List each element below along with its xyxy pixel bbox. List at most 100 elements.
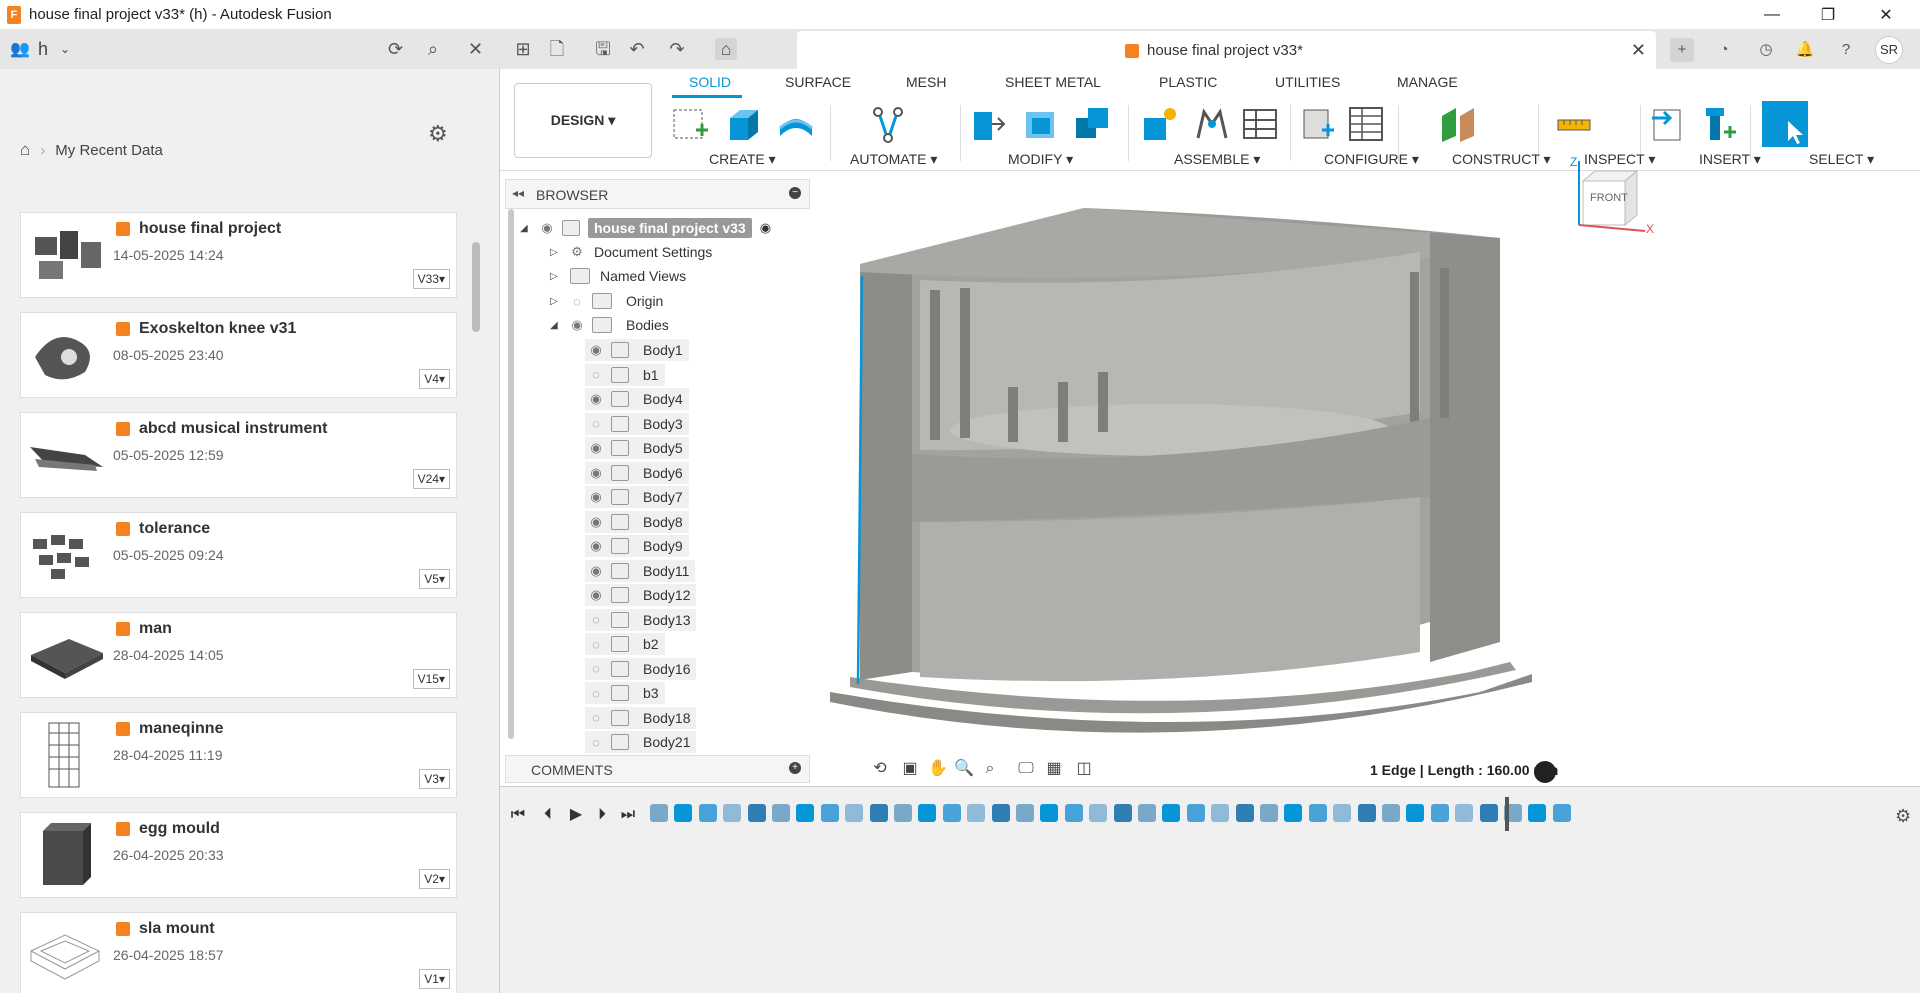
extrude-icon[interactable] xyxy=(724,104,764,144)
display-settings-icon[interactable]: 🖵 xyxy=(1015,758,1037,780)
timeline-feature-icon[interactable] xyxy=(918,804,937,822)
select-icon[interactable] xyxy=(1762,101,1808,147)
joint-icon[interactable] xyxy=(1192,104,1232,144)
zoom-window-icon[interactable]: ⌕ xyxy=(979,758,1001,780)
gear-icon[interactable]: ⚙ xyxy=(1895,806,1911,827)
insert-menu[interactable]: INSERT ▾ xyxy=(1699,151,1761,168)
timeline-feature-icon[interactable] xyxy=(1260,804,1278,822)
save-icon[interactable]: 🖫 xyxy=(592,38,614,60)
timeline-feature-icon[interactable] xyxy=(1430,804,1449,822)
tab-manage[interactable]: MANAGE xyxy=(1397,74,1458,90)
tab-surface[interactable]: SURFACE xyxy=(785,74,851,90)
timeline-feature-icon[interactable] xyxy=(796,804,815,822)
version-dropdown[interactable]: V4▾ xyxy=(419,369,450,389)
tree-root[interactable]: ◢ ◉ house final project v33 ◉ xyxy=(520,217,771,239)
eye-hidden-icon[interactable]: ◌ xyxy=(585,661,607,676)
close-panel-icon[interactable]: ✕ xyxy=(468,37,483,61)
body-item[interactable]: ◌ Body18 xyxy=(585,706,697,729)
version-dropdown[interactable]: V2▾ xyxy=(419,869,450,889)
timeline-feature-icon[interactable] xyxy=(942,804,961,822)
timeline-feature-icon[interactable] xyxy=(1089,804,1108,822)
automate-icon[interactable] xyxy=(868,104,908,144)
step-back-icon[interactable]: ⏴ xyxy=(536,803,560,827)
list-item[interactable]: Exoskelton knee v31 08-05-2025 23:40 V4▾ xyxy=(20,312,457,398)
viewcube-front-label[interactable]: FRONT xyxy=(1590,192,1628,204)
eye-hidden-icon[interactable]: ◌ xyxy=(585,686,607,701)
eye-hidden-icon[interactable]: ◌ xyxy=(566,294,588,309)
help-icon[interactable]: ? xyxy=(1834,38,1858,62)
eye-icon[interactable]: ◉ xyxy=(585,342,607,358)
collapse-triangle-icon[interactable]: ◢ xyxy=(520,223,536,234)
comment-toggle-icon[interactable] xyxy=(1534,761,1556,783)
eye-hidden-icon[interactable]: ◌ xyxy=(585,710,607,725)
team-icon[interactable]: 👥 xyxy=(10,37,30,61)
timeline-feature-icon[interactable] xyxy=(1528,804,1547,822)
timeline-feature-icon[interactable] xyxy=(650,804,668,822)
apps-grid-icon[interactable]: ⊞ xyxy=(512,38,534,60)
tab-mesh[interactable]: MESH xyxy=(906,74,946,90)
eye-hidden-icon[interactable]: ◌ xyxy=(585,416,607,431)
body-item[interactable]: ◌ b2 xyxy=(585,633,665,655)
eye-icon[interactable]: ◉ xyxy=(585,489,607,505)
body-item[interactable]: ◌ Body3 xyxy=(585,412,689,435)
select-menu[interactable]: SELECT ▾ xyxy=(1809,151,1874,168)
collapse-icon[interactable]: ◂◂ xyxy=(512,186,524,200)
list-item[interactable]: sla mount 26-04-2025 18:57 V1▾ xyxy=(20,912,457,993)
eye-icon[interactable]: ◉ xyxy=(585,391,607,407)
list-item[interactable]: house final project 14-05-2025 14:24 V33… xyxy=(20,212,457,298)
timeline-feature-icon[interactable] xyxy=(1479,804,1498,822)
tab-utilities[interactable]: UTILITIES xyxy=(1275,74,1340,90)
browser-header[interactable]: ◂◂ BROWSER − xyxy=(505,179,810,209)
zoom-icon[interactable]: 🔍 xyxy=(953,758,975,780)
timeline-feature-icon[interactable] xyxy=(1186,804,1205,822)
notifications-bell-icon[interactable]: 🔔 xyxy=(1793,38,1817,62)
timeline-feature-icon[interactable] xyxy=(1016,804,1034,822)
eye-icon[interactable]: ◉ xyxy=(566,317,588,333)
eye-icon[interactable]: ◉ xyxy=(585,538,607,554)
body-item[interactable]: ◉ Body9 xyxy=(585,535,689,557)
version-dropdown[interactable]: V1▾ xyxy=(419,969,450,989)
timeline-feature-icon[interactable] xyxy=(1040,804,1059,822)
body-item[interactable]: ◉ Body8 xyxy=(585,510,689,533)
tab-sheet-metal[interactable]: SHEET METAL xyxy=(1005,74,1101,90)
scrollbar[interactable] xyxy=(472,242,480,332)
modify-menu[interactable]: MODIFY ▾ xyxy=(1008,151,1073,168)
timeline-feature-icon[interactable] xyxy=(869,804,888,822)
body-item[interactable]: ◌ Body13 xyxy=(585,608,697,631)
go-to-start-icon[interactable]: ⏮ xyxy=(506,803,530,827)
timeline-feature-icon[interactable] xyxy=(1333,804,1352,822)
configure-table-icon[interactable] xyxy=(1346,104,1386,144)
timeline-feature-icon[interactable] xyxy=(1357,804,1376,822)
close-window-button[interactable]: ✕ xyxy=(1858,0,1914,29)
tree-folder-named-views[interactable]: ▷ Named Views xyxy=(550,265,692,287)
comments-panel[interactable]: COMMENTS + xyxy=(505,755,810,783)
timeline-feature-icon[interactable] xyxy=(772,804,790,822)
eye-hidden-icon[interactable]: ◌ xyxy=(585,367,607,382)
create-menu[interactable]: CREATE ▾ xyxy=(709,151,776,168)
viewports-icon[interactable]: ◫ xyxy=(1073,758,1095,780)
eye-hidden-icon[interactable]: ◌ xyxy=(585,612,607,627)
body-item[interactable]: ◌ b3 xyxy=(585,682,665,704)
go-to-end-icon[interactable]: ⏭ xyxy=(616,803,640,827)
offset-plane-icon[interactable] xyxy=(1438,104,1478,144)
timeline-feature-icon[interactable] xyxy=(1235,804,1254,822)
grid-icon[interactable]: ▦ xyxy=(1043,758,1065,780)
body-item[interactable]: ◉ Body5 xyxy=(585,437,689,459)
eye-icon[interactable]: ◉ xyxy=(585,563,607,579)
minimize-button[interactable]: — xyxy=(1744,0,1800,29)
body-item[interactable]: ◉ Body11 xyxy=(585,559,696,582)
list-item[interactable]: maneqinne 28-04-2025 11:19 V3▾ xyxy=(20,712,457,798)
expand-triangle-icon[interactable]: ▷ xyxy=(550,296,566,307)
timeline-feature-icon[interactable] xyxy=(723,804,742,822)
home-icon[interactable]: ⌂ xyxy=(715,38,737,60)
timeline-feature-icon[interactable] xyxy=(1455,804,1474,822)
minimize-icon[interactable]: − xyxy=(789,187,801,199)
fillet-icon[interactable] xyxy=(1020,104,1060,144)
home-icon[interactable]: ⌂ xyxy=(20,140,30,160)
timeline-feature-icon[interactable] xyxy=(1308,804,1327,822)
create-sketch-icon[interactable] xyxy=(670,104,710,144)
eye-icon[interactable]: ◉ xyxy=(536,220,558,236)
eye-hidden-icon[interactable]: ◌ xyxy=(585,735,607,750)
step-forward-icon[interactable]: ⏵ xyxy=(590,803,614,827)
timeline-feature-icon[interactable] xyxy=(967,804,986,822)
